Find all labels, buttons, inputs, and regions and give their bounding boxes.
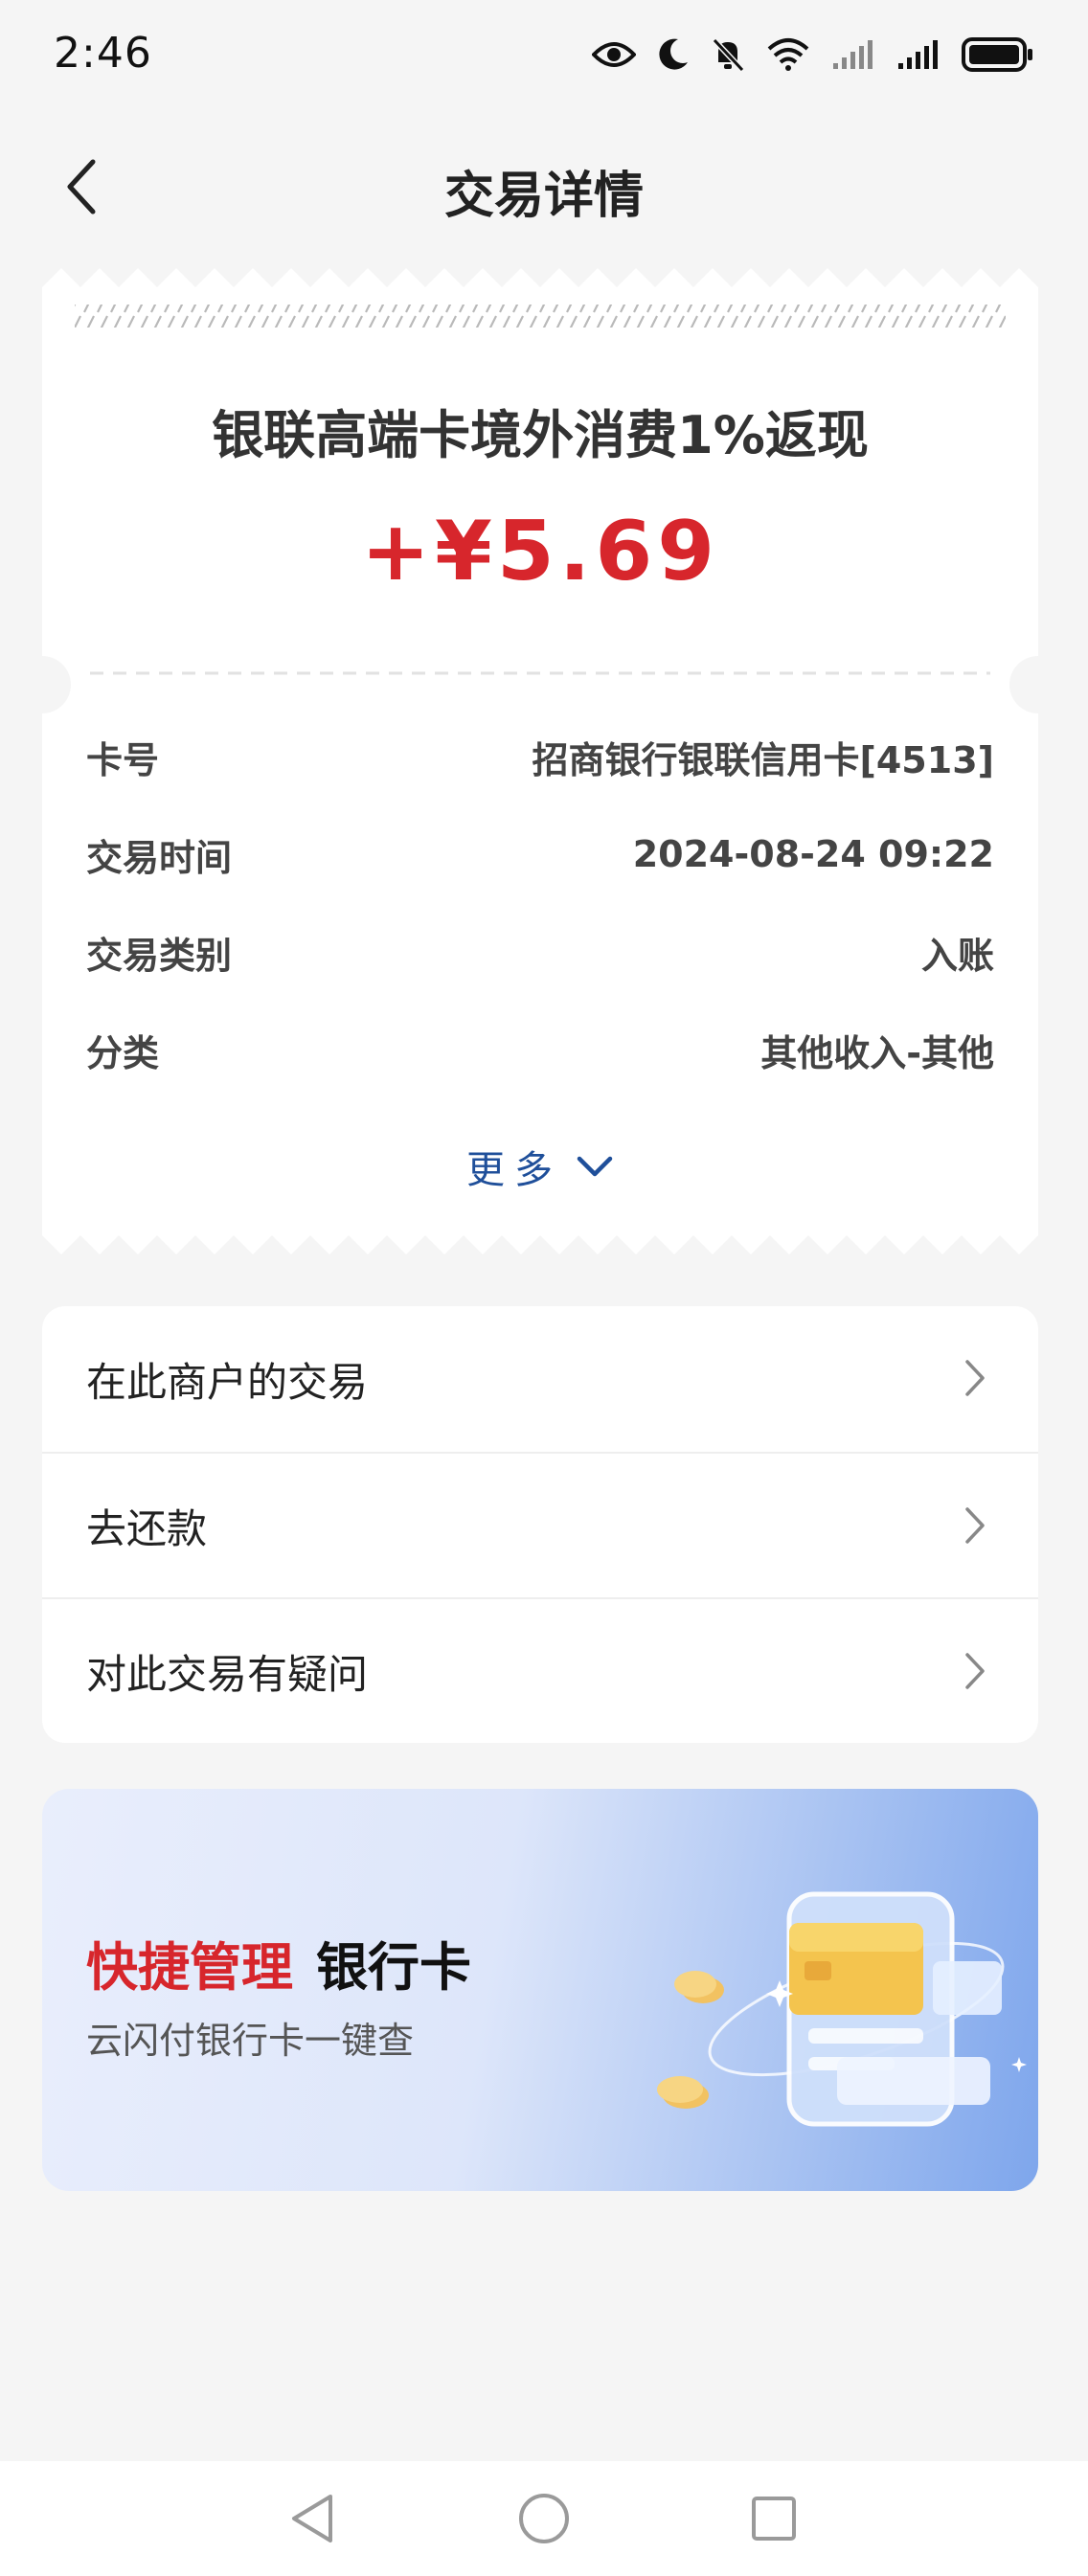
banner-title-accent: 快捷管理 xyxy=(86,1937,293,1998)
action-label: 去还款 xyxy=(86,1504,208,1552)
chevron-right-icon xyxy=(965,1507,985,1544)
more-label: 更多 xyxy=(466,1148,562,1192)
transaction-receipt: 银联高端卡境外消费1%返现 +¥5.69 卡号 招商银行银联信用卡[4513] … xyxy=(42,268,1038,1254)
square-recents-icon xyxy=(752,2497,796,2541)
transaction-title: 银联高端卡境外消费1%返现 xyxy=(212,405,869,465)
system-home-button[interactable] xyxy=(515,2490,573,2547)
detail-label: 分类 xyxy=(86,1031,160,1074)
moon-icon xyxy=(659,38,688,70)
nav-bar: 交易详情 xyxy=(0,134,1088,239)
detail-label: 卡号 xyxy=(86,738,160,781)
circle-home-icon xyxy=(519,2494,569,2543)
detail-value: 其他收入-其他 xyxy=(760,1031,994,1074)
banner-title: 快捷管理 银行卡 xyxy=(86,1925,471,2000)
banner-title-main: 银行卡 xyxy=(316,1937,471,1998)
chevron-down-icon xyxy=(577,1156,613,1177)
system-back-button[interactable] xyxy=(283,2490,341,2547)
detail-row-type: 交易类别 入账 xyxy=(86,923,994,981)
dispute-transaction-link[interactable]: 对此交易有疑问 xyxy=(42,1597,1038,1743)
action-label: 对此交易有疑问 xyxy=(86,1650,369,1698)
detail-row-time: 交易时间 2024-08-24 09:22 xyxy=(86,825,994,883)
chevron-right-icon xyxy=(965,1360,985,1396)
detail-row-card: 卡号 招商银行银联信用卡[4513] xyxy=(86,728,994,785)
banner-subtitle: 云闪付银行卡一键查 xyxy=(86,2020,415,2062)
phone-card-illustration xyxy=(657,1891,1027,2127)
detail-label: 交易类别 xyxy=(86,934,233,977)
action-label: 在此商户的交易 xyxy=(86,1358,369,1406)
more-toggle-button[interactable]: 更多 xyxy=(42,1138,1038,1195)
detail-value: 招商银行银联信用卡[4513] xyxy=(532,738,995,781)
promo-banner[interactable]: 快捷管理 银行卡 云闪付银行卡一键查 xyxy=(42,1789,1038,2191)
page-title: 交易详情 xyxy=(443,168,644,225)
signal-icon xyxy=(833,40,873,69)
triangle-back-icon xyxy=(292,2495,332,2542)
detail-value: 2024-08-24 09:22 xyxy=(632,833,994,875)
detail-row-category: 分类 其他收入-其他 xyxy=(86,1021,994,1078)
merchant-transactions-link[interactable]: 在此商户的交易 xyxy=(42,1306,1038,1452)
eye-icon xyxy=(592,42,636,67)
system-nav-bar xyxy=(0,2461,1088,2576)
battery-icon xyxy=(962,37,1032,72)
system-recents-button[interactable] xyxy=(745,2490,803,2547)
detail-value: 入账 xyxy=(920,934,994,977)
status-bar: 2:46 xyxy=(0,0,1088,115)
wifi-icon xyxy=(767,38,809,71)
detail-label: 交易时间 xyxy=(86,836,233,879)
transaction-amount: +¥5.69 xyxy=(360,504,720,599)
signal-icon xyxy=(898,40,938,69)
bell-off-icon xyxy=(712,37,745,73)
status-icons xyxy=(592,31,1034,79)
repay-link[interactable]: 去还款 xyxy=(42,1452,1038,1597)
status-time: 2:46 xyxy=(54,29,152,78)
action-list: 在此商户的交易 去还款 对此交易有疑问 xyxy=(42,1306,1038,1743)
chevron-right-icon xyxy=(965,1653,985,1689)
